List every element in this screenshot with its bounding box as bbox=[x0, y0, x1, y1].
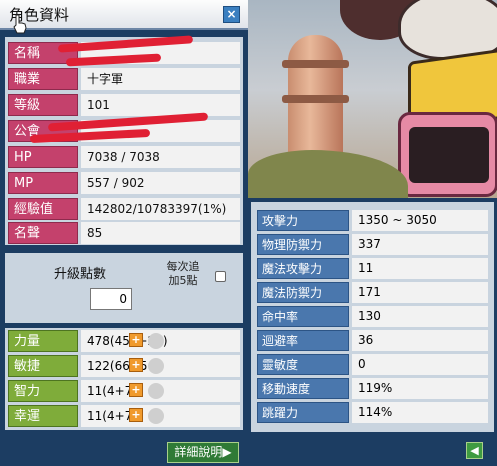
add-luk-button[interactable]: + bbox=[129, 408, 143, 422]
detail-button[interactable]: 詳細說明▶ bbox=[167, 442, 239, 463]
detail-label: 移動速度 bbox=[257, 378, 349, 399]
info-value: 142802/10783397(1%) bbox=[81, 198, 240, 220]
detail-row-avoid: 迴避率 36 bbox=[257, 330, 488, 351]
info-label: 職業 bbox=[8, 68, 78, 90]
info-value: 7038 / 7038 bbox=[81, 146, 240, 168]
auto-assign-checkbox[interactable] bbox=[215, 271, 226, 282]
plus-icon: + bbox=[131, 408, 141, 421]
detail-row-hands: 靈敏度 0 bbox=[257, 354, 488, 375]
character-info-window: 角色資料 × 名稱 職業 十字軍 等級 101 公會 HP 7038 / 703… bbox=[0, 0, 248, 466]
detail-stats-panel: 攻擊力 1350 ~ 3050 物理防禦力 337 魔法攻擊力 11 魔法防禦力… bbox=[251, 202, 494, 432]
info-row-fame: 名聲 85 bbox=[8, 222, 240, 244]
plus-icon: + bbox=[131, 358, 141, 371]
info-label: 名聲 bbox=[8, 222, 78, 244]
info-value: 101 bbox=[81, 94, 240, 116]
info-panel: 名稱 職業 十字軍 等級 101 公會 HP 7038 / 7038 MP 55… bbox=[5, 35, 243, 245]
detail-row-jump: 跳躍力 114% bbox=[257, 402, 488, 423]
stat-row-dex: 敏捷 122(66+56) + bbox=[8, 355, 240, 377]
add-int-button[interactable]: + bbox=[129, 383, 143, 397]
info-row-hp: HP 7038 / 7038 bbox=[8, 146, 240, 168]
stat-label: 幸運 bbox=[8, 405, 78, 427]
tower-ring bbox=[282, 95, 349, 103]
plus-icon: + bbox=[131, 333, 141, 346]
detail-value: 130 bbox=[352, 306, 488, 327]
stat-row-int: 智力 11(4+7) + bbox=[8, 380, 240, 402]
detail-value: 11 bbox=[352, 258, 488, 279]
stat-toggle bbox=[148, 408, 164, 424]
detail-row-mdef: 魔法防禦力 171 bbox=[257, 282, 488, 303]
detail-row-wdef: 物理防禦力 337 bbox=[257, 234, 488, 255]
detail-label: 迴避率 bbox=[257, 330, 349, 351]
stat-label: 智力 bbox=[8, 380, 78, 402]
detail-value: 114% bbox=[352, 402, 488, 423]
auto-assign-label: 每次追加5點 bbox=[166, 260, 200, 287]
stat-toggle bbox=[148, 383, 164, 399]
detail-row-speed: 移動速度 119% bbox=[257, 378, 488, 399]
info-value: 85 bbox=[81, 222, 240, 244]
detail-stats-window: 攻擊力 1350 ~ 3050 物理防禦力 337 魔法攻擊力 11 魔法防禦力… bbox=[248, 198, 497, 466]
ability-points-panel: 升級點數 0 每次追加5點 bbox=[5, 253, 243, 323]
detail-value: 337 bbox=[352, 234, 488, 255]
detail-row-matk: 魔法攻擊力 11 bbox=[257, 258, 488, 279]
plus-icon: + bbox=[131, 383, 141, 396]
stat-toggle bbox=[148, 333, 164, 349]
info-label: 經驗值 bbox=[8, 198, 78, 220]
detail-value: 0 bbox=[352, 354, 488, 375]
detail-label: 跳躍力 bbox=[257, 402, 349, 423]
info-label: HP bbox=[8, 146, 78, 168]
detail-row-accuracy: 命中率 130 bbox=[257, 306, 488, 327]
detail-label: 魔法防禦力 bbox=[257, 282, 349, 303]
tower-ring bbox=[282, 60, 349, 68]
info-row-name: 名稱 bbox=[8, 35, 240, 67]
close-button[interactable]: × bbox=[223, 6, 240, 23]
info-row-job: 職業 十字軍 bbox=[8, 68, 240, 90]
clock-decor bbox=[398, 112, 497, 197]
detail-value: 119% bbox=[352, 378, 488, 399]
detail-value: 1350 ~ 3050 bbox=[352, 210, 488, 231]
info-row-exp: 經驗值 142802/10783397(1%) bbox=[8, 198, 240, 220]
stat-label: 力量 bbox=[8, 330, 78, 352]
stat-row-luk: 幸運 11(4+7) + bbox=[8, 405, 240, 427]
ability-points-title: 升級點數 bbox=[54, 267, 107, 282]
add-str-button[interactable]: + bbox=[129, 333, 143, 347]
detail-label: 靈敏度 bbox=[257, 354, 349, 375]
detail-label: 命中率 bbox=[257, 306, 349, 327]
info-label: 等級 bbox=[8, 94, 78, 116]
stat-row-str: 力量 478(451+27) + bbox=[8, 330, 240, 352]
close-icon: × bbox=[226, 7, 237, 21]
stat-toggle bbox=[148, 358, 164, 374]
info-label: MP bbox=[8, 172, 78, 194]
add-dex-button[interactable]: + bbox=[129, 358, 143, 372]
stat-label: 敏捷 bbox=[8, 355, 78, 377]
ability-points-value: 0 bbox=[90, 288, 132, 310]
detail-row-attack: 攻擊力 1350 ~ 3050 bbox=[257, 210, 488, 231]
detail-label: 物理防禦力 bbox=[257, 234, 349, 255]
collapse-arrow-icon: ◀ bbox=[470, 444, 479, 457]
stats-panel: 力量 478(451+27) + 敏捷 122(66+56) + 智力 11(4… bbox=[5, 328, 243, 430]
info-row-guild: 公會 bbox=[8, 112, 240, 144]
info-value: 十字軍 bbox=[81, 68, 240, 90]
info-row-mp: MP 557 / 902 bbox=[8, 172, 240, 194]
clock-screen bbox=[409, 127, 489, 183]
detail-label: 攻擊力 bbox=[257, 210, 349, 231]
detail-value: 171 bbox=[352, 282, 488, 303]
foliage-decor bbox=[248, 150, 408, 200]
collapse-button[interactable]: ◀ bbox=[466, 442, 483, 459]
title-bar[interactable]: 角色資料 × bbox=[0, 0, 248, 34]
detail-value: 36 bbox=[352, 330, 488, 351]
game-background bbox=[248, 0, 497, 200]
info-value: 557 / 902 bbox=[81, 172, 240, 194]
detail-label: 魔法攻擊力 bbox=[257, 258, 349, 279]
hand-cursor-icon bbox=[13, 14, 27, 34]
